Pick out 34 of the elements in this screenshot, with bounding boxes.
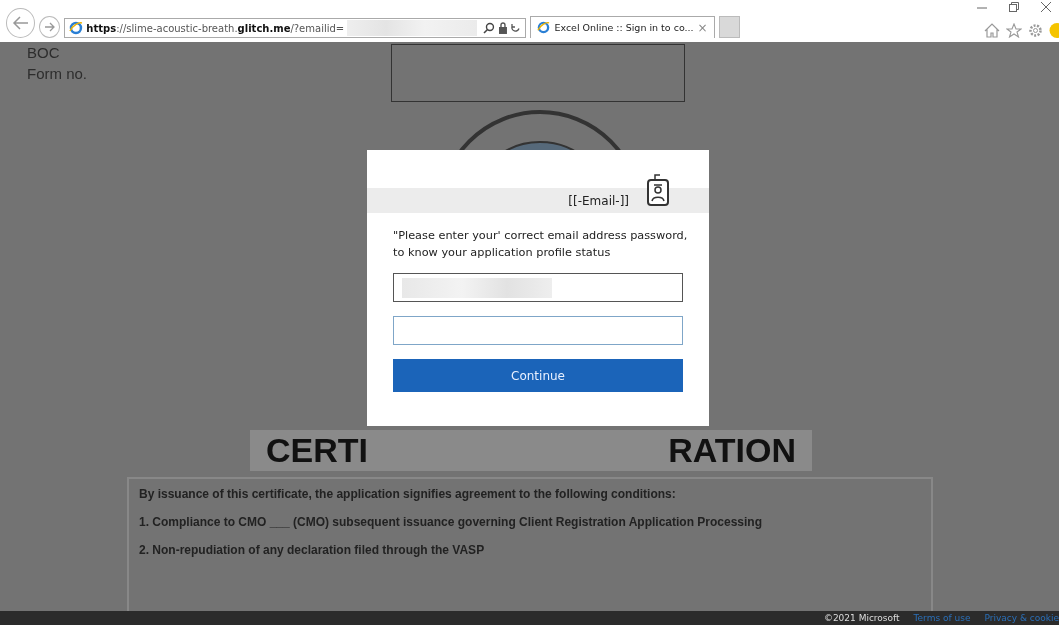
home-icon[interactable]: [984, 23, 1000, 38]
forward-button[interactable]: [39, 16, 61, 38]
password-field[interactable]: [393, 316, 683, 345]
star-icon[interactable]: [1006, 23, 1022, 38]
form-label: Form no.: [27, 65, 88, 82]
search-icon[interactable]: [482, 22, 495, 34]
org-name: BOC: [27, 44, 61, 61]
browser-logo-icon: [537, 21, 551, 34]
lock-icon[interactable]: [497, 22, 508, 34]
continue-button[interactable]: Continue: [393, 359, 683, 392]
conditions-intro: By issuance of this certificate, the application signifies agreement to the following conditions:: [139, 487, 677, 501]
footer-link[interactable]: Privacy & cookie: [984, 613, 1059, 623]
browser-logo-icon: [69, 21, 84, 35]
forward-arrow-icon: [43, 22, 56, 32]
id-badge-icon: [647, 172, 669, 206]
copyright-text: ©2021 Microsoft: [823, 613, 900, 623]
refresh-icon[interactable]: [510, 22, 522, 34]
condition-text: 2. Non-repudiation of any declaration filed through the VASP: [139, 543, 486, 557]
url-text: https://slime-acoustic-breath.glitch.me/?emailid=: [86, 22, 345, 34]
close-icon[interactable]: [1041, 2, 1051, 12]
account-email: [[-Email-]]: [568, 193, 629, 208]
address-bar[interactable]: https://slime-acoustic-breath.glitch.me/?emailid=: [64, 18, 527, 38]
email-field[interactable]: [393, 273, 683, 302]
settings-icon[interactable]: [1028, 23, 1043, 38]
certificate-heading: CERTI: [266, 431, 368, 470]
instruction-text: "Please enter your' correct email address password, to know your application profile status: [393, 228, 689, 261]
back-button[interactable]: [6, 8, 36, 38]
certificate-heading: RATION: [668, 431, 796, 470]
footer-link[interactable]: Terms of use: [913, 613, 971, 623]
condition-text: 1. Compliance to CMO ___ (CMO) subsequent issuance governing Client Registration Application Processing: [139, 515, 763, 529]
restore-icon[interactable]: [1009, 2, 1019, 12]
back-arrow-icon: [11, 16, 30, 30]
new-tab-button[interactable]: [718, 16, 740, 38]
browser-tab[interactable]: Excel Online :: Sign in to co... ×: [530, 16, 715, 38]
